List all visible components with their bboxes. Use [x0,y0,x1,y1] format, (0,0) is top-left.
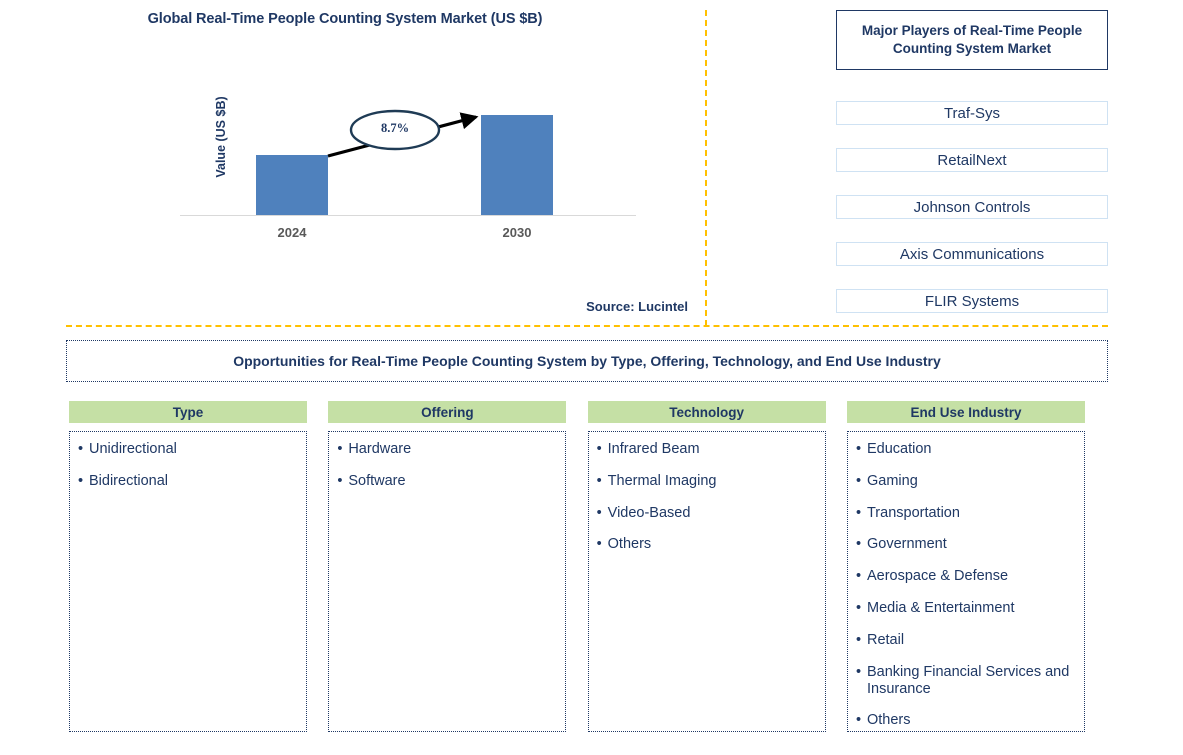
player-label: RetailNext [937,151,1007,169]
player-label: Axis Communications [899,245,1045,263]
infographic-page: Global Real-Time People Counting System … [0,0,1183,755]
segment-column-type: Type Unidirectional Bidirectional [69,401,307,732]
cagr-value-label: 8.7% [380,121,410,135]
list-item: Video-Based [597,505,819,522]
segment-column-technology: Technology Infrared Beam Thermal Imaging… [587,401,826,732]
opportunities-banner: Opportunities for Real-Time People Count… [66,340,1108,382]
vertical-divider [705,10,707,326]
segment-column-end-use-industry: End Use Industry Education Gaming Transp… [846,401,1085,732]
source-label: Source: Lucintel [586,299,688,314]
y-axis-label: Value (US $B) [214,96,228,178]
list-item: Unidirectional [78,441,300,458]
market-bar-chart: Value (US $B) 2024 2030 8.7% [176,90,636,250]
segment-list-end-use-industry: Education Gaming Transportation Governme… [856,441,1078,729]
segment-column-offering: Offering Hardware Software [328,401,567,732]
list-item: Bidirectional [78,473,300,490]
player-item-retailnext[interactable]: RetailNext [836,148,1108,172]
column-body-type: Unidirectional Bidirectional [69,431,307,732]
segment-list-technology: Infrared Beam Thermal Imaging Video-Base… [597,441,819,553]
column-header-end-use-industry: End Use Industry [846,401,1085,423]
horizontal-divider [66,325,1108,327]
list-item: Others [856,712,1078,729]
column-body-offering: Hardware Software [328,431,567,732]
segment-list-type: Unidirectional Bidirectional [78,441,300,490]
list-item: Gaming [856,473,1078,490]
column-body-end-use-industry: Education Gaming Transportation Governme… [846,431,1085,732]
list-item: Retail [856,632,1078,649]
list-item: Transportation [856,505,1078,522]
major-players-panel: Major Players of Real-Time People Counti… [836,10,1108,313]
bar-2030 [481,115,553,215]
list-item: Software [337,473,559,490]
player-item-flir-systems[interactable]: FLIR Systems [836,289,1108,313]
segmentation-columns: Type Unidirectional Bidirectional Offeri… [69,401,1085,732]
list-item: Government [856,536,1078,553]
list-item: Infrared Beam [597,441,819,458]
player-item-traf-sys[interactable]: Traf-Sys [836,101,1108,125]
list-item: Others [597,536,819,553]
player-label: FLIR Systems [924,292,1020,310]
list-item: Aerospace & Defense [856,568,1078,585]
segment-list-offering: Hardware Software [337,441,559,490]
column-header-type: Type [69,401,307,423]
column-body-technology: Infrared Beam Thermal Imaging Video-Base… [587,431,826,732]
chart-baseline [180,215,636,216]
list-item: Media & Entertainment [856,600,1078,617]
player-item-johnson-controls[interactable]: Johnson Controls [836,195,1108,219]
player-item-axis-communications[interactable]: Axis Communications [836,242,1108,266]
list-item: Education [856,441,1078,458]
list-item: Banking Financial Services and Insurance [856,664,1078,698]
major-players-header: Major Players of Real-Time People Counti… [836,10,1108,70]
list-item: Thermal Imaging [597,473,819,490]
x-tick-2030: 2030 [502,225,532,240]
column-header-technology: Technology [587,401,826,423]
column-header-offering: Offering [328,401,567,423]
x-tick-2024: 2024 [277,225,307,240]
list-item: Hardware [337,441,559,458]
chart-title: Global Real-Time People Counting System … [147,11,543,27]
player-label: Traf-Sys [943,104,1001,122]
bar-2024 [256,155,328,215]
player-label: Johnson Controls [913,198,1031,216]
